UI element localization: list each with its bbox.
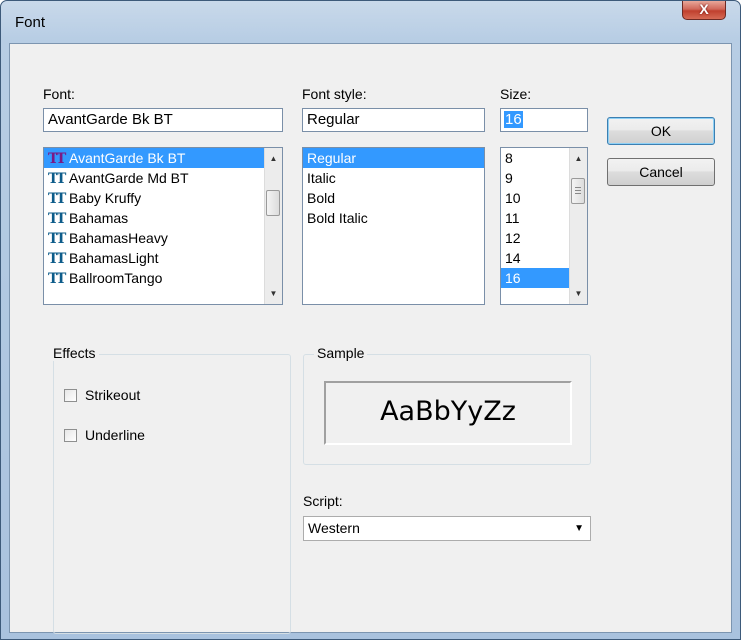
effects-group: Effects Strikeout Underline (50, 345, 291, 634)
title-bar[interactable]: Font X (1, 1, 740, 43)
font-item-label: AvantGarde Bk BT (69, 150, 186, 166)
font-label: Font: (43, 86, 75, 102)
dialog-client-area: Font: AvantGarde Bk BT TT AvantGarde Bk B… (9, 43, 732, 634)
style-item-label: Regular (307, 150, 357, 166)
truetype-font-icon: TT (48, 171, 66, 187)
font-list[interactable]: TT AvantGarde Bk BT TT AvantGarde Md BT TT Ba… (43, 147, 283, 305)
scroll-up-arrow-icon[interactable]: ▲ (570, 150, 587, 167)
size-list-scrollbar[interactable]: ▲ ▼ (569, 148, 587, 304)
strikeout-label: Strikeout (85, 387, 141, 403)
font-item-label: BallroomTango (69, 270, 163, 286)
style-list-item[interactable]: Regular (303, 148, 484, 168)
font-item-label: Bahamas (69, 210, 129, 226)
font-list-item[interactable]: TT AvantGarde Bk BT (44, 148, 282, 168)
strikeout-option[interactable]: Strikeout (64, 385, 140, 405)
font-style-input[interactable]: Regular (302, 108, 485, 132)
style-list-item[interactable]: Bold (303, 188, 484, 208)
size-item-label: 10 (505, 190, 521, 206)
underline-option[interactable]: Underline (64, 425, 145, 445)
scroll-thumb[interactable] (266, 190, 280, 216)
font-item-label: Baby Kruffy (69, 190, 142, 206)
script-select[interactable]: Western ▼ (303, 516, 591, 541)
size-list[interactable]: 8 9 10 11 12 14 16 ▲ ▼ (500, 147, 588, 305)
font-list-scrollbar[interactable]: ▲ ▼ (264, 148, 282, 304)
scroll-thumb[interactable] (571, 178, 585, 204)
strikeout-checkbox[interactable] (64, 389, 77, 402)
truetype-font-icon: TT (48, 231, 66, 247)
size-input[interactable]: 16 (500, 108, 588, 132)
font-dialog-window: Font X Font: AvantGarde Bk BT TT AvantGar… (0, 0, 741, 640)
truetype-font-icon: TT (48, 251, 66, 267)
script-select-value: Western (308, 520, 360, 536)
window-title: Font (15, 14, 46, 31)
style-item-label: Italic (307, 170, 336, 186)
underline-checkbox[interactable] (64, 429, 77, 442)
sample-group: Sample AaBbYyZz (303, 345, 591, 465)
close-button[interactable]: X (682, 1, 726, 20)
truetype-font-icon: TT (48, 271, 66, 287)
style-item-label: Bold Italic (307, 210, 368, 226)
style-list-item[interactable]: Bold Italic (303, 208, 484, 228)
size-item-label: 16 (505, 270, 521, 286)
style-list-item[interactable]: Italic (303, 168, 484, 188)
sample-group-label: Sample (314, 345, 368, 361)
size-item-label: 12 (505, 230, 521, 246)
size-item-label: 8 (505, 150, 513, 166)
size-item-label: 11 (505, 210, 520, 226)
underline-label: Underline (85, 427, 145, 443)
sample-preview: AaBbYyZz (324, 381, 572, 445)
scroll-down-arrow-icon[interactable]: ▼ (570, 285, 587, 302)
close-icon: X (699, 1, 709, 17)
font-item-label: BahamasLight (69, 250, 159, 266)
effects-group-label: Effects (50, 345, 99, 361)
font-style-list[interactable]: Regular Italic Bold Bold Italic (302, 147, 485, 305)
font-item-label: AvantGarde Md BT (69, 170, 189, 186)
truetype-font-icon: TT (48, 151, 66, 167)
font-list-item[interactable]: TT BahamasHeavy (44, 228, 282, 248)
font-list-item[interactable]: TT BallroomTango (44, 268, 282, 288)
truetype-font-icon: TT (48, 211, 66, 227)
ok-button[interactable]: OK (607, 117, 715, 145)
scroll-up-arrow-icon[interactable]: ▲ (265, 150, 282, 167)
font-list-item[interactable]: TT BahamasLight (44, 248, 282, 268)
truetype-font-icon: TT (48, 191, 66, 207)
style-item-label: Bold (307, 190, 336, 206)
chevron-down-icon: ▼ (574, 523, 584, 534)
size-label: Size: (500, 86, 532, 102)
script-label: Script: (303, 493, 343, 509)
size-item-label: 9 (505, 170, 513, 186)
font-name-input[interactable]: AvantGarde Bk BT (43, 108, 283, 132)
font-list-item[interactable]: TT Bahamas (44, 208, 282, 228)
font-list-item[interactable]: TT AvantGarde Md BT (44, 168, 282, 188)
cancel-button[interactable]: Cancel (607, 158, 715, 186)
font-list-item[interactable]: TT Baby Kruffy (44, 188, 282, 208)
font-style-label: Font style: (302, 86, 367, 102)
size-input-value: 16 (504, 111, 523, 128)
scroll-down-arrow-icon[interactable]: ▼ (265, 285, 282, 302)
font-item-label: BahamasHeavy (69, 230, 168, 246)
size-item-label: 14 (505, 250, 521, 266)
